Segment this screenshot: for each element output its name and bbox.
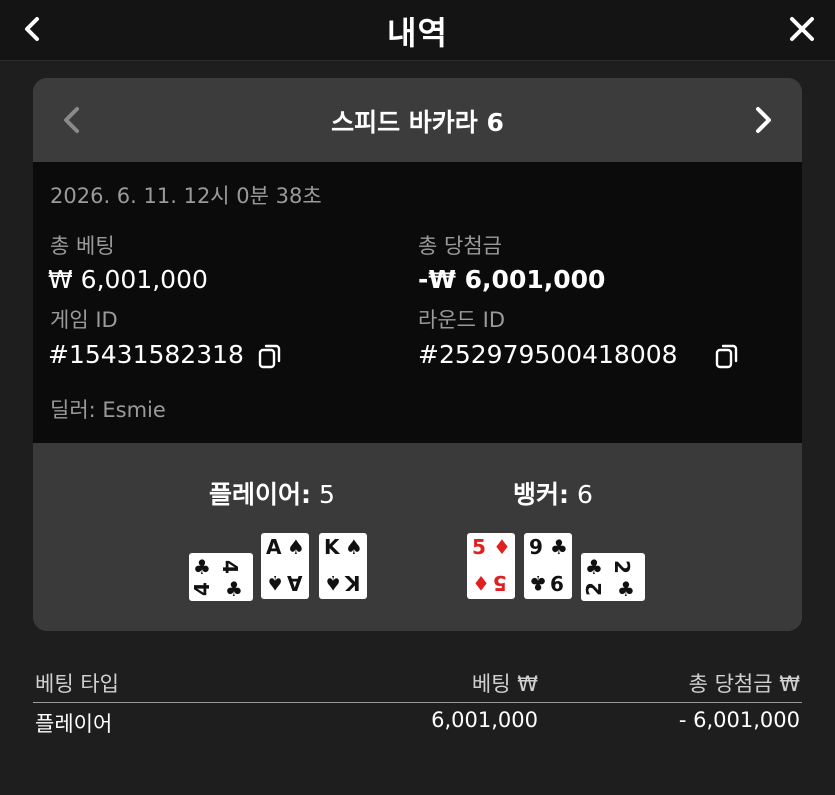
total-bet-value: ₩ 6,001,000 [48, 265, 208, 294]
card-rank: K [324, 535, 340, 559]
total-bet-label: 총 베팅 [50, 234, 115, 258]
card-suit-icon: ♣ [617, 577, 635, 601]
player-card-2: A ♠ A ♠ [261, 533, 309, 599]
player-card-3: K ♠ K ♠ [319, 533, 367, 599]
total-win-value: -₩ 6,001,000 [418, 265, 606, 294]
card-rank: 9 [550, 571, 564, 595]
banker-card-1: 5 ♦ 5 ♦ [467, 533, 515, 599]
history-card: 스피드 바카라 6 2026. 6. 11. 12시 0분 38초 총 베팅 ₩… [33, 78, 802, 631]
banker-card-2: 9 ♣ 9 ♣ [524, 533, 572, 599]
copy-round-id-icon[interactable] [714, 342, 740, 370]
game-id-label: 게임 ID [50, 308, 118, 332]
card-suit-icon: ♠ [266, 571, 284, 595]
round-id-value: #252979500418008 [418, 340, 678, 369]
card-suit-icon: ♠ [345, 535, 363, 559]
card-suit-icon: ♦ [472, 571, 490, 595]
header-bet: 베팅 ₩ [471, 672, 538, 696]
row-win: - 6,001,000 [678, 708, 800, 732]
table-header: 베팅 타입 베팅 ₩ 총 당첨금 ₩ [33, 663, 802, 703]
card-suit-icon: ♣ [529, 571, 547, 595]
card-rank: K [345, 571, 361, 595]
card-suit-icon: ♦ [493, 535, 511, 559]
banker-label: 뱅커: [513, 480, 569, 509]
row-bet: 6,001,000 [431, 708, 538, 732]
game-details: 2026. 6. 11. 12시 0분 38초 총 베팅 ₩ 6,001,000… [33, 162, 802, 443]
banker-score-value: 6 [576, 480, 593, 509]
card-rank: 5 [472, 535, 486, 559]
game-id-value: #15431582318 [48, 340, 244, 369]
page-title: 내역 [387, 14, 448, 52]
next-game-button[interactable] [748, 104, 778, 136]
copy-game-id-icon[interactable] [257, 342, 283, 370]
cards-result: 플레이어: 5 뱅커: 6 4 ♣ 4 ♣ A ♠ A ♠ K ♠ K ♠ 5 ♦ 5 ♦ 9 ♣ 9 ♣ 2 ♣ 2 ♣ [33, 443, 802, 631]
table-row: 플레이어 6,001,000 - 6,001,000 [33, 703, 802, 743]
card-rank: 4 [189, 582, 214, 596]
player-score-value: 5 [318, 480, 335, 509]
player-card-1: 4 ♣ 4 ♣ [189, 553, 253, 601]
card-rank: 2 [581, 582, 606, 596]
banker-card-3: 2 ♣ 2 ♣ [581, 553, 645, 601]
card-rank: A [287, 571, 303, 595]
card-rank: A [266, 535, 282, 559]
close-icon[interactable] [787, 14, 817, 44]
player-score: 플레이어: 5 [209, 475, 335, 511]
card-suit-icon: ♣ [225, 577, 243, 601]
card-suit-icon: ♣ [193, 555, 211, 579]
card-suit-icon: ♣ [585, 555, 603, 579]
card-rank: 2 [609, 560, 634, 574]
card-rank: 9 [529, 535, 543, 559]
bets-table: 베팅 타입 베팅 ₩ 총 당첨금 ₩ 플레이어 6,001,000 - 6,00… [33, 663, 802, 743]
banker-score: 뱅커: 6 [513, 475, 593, 511]
card-suit-icon: ♠ [324, 571, 342, 595]
dealer-name: 딜러: Esmie [50, 398, 166, 422]
row-bet-type: 플레이어 [35, 712, 113, 736]
game-title: 스피드 바카라 6 [331, 108, 504, 137]
card-suit-icon: ♠ [287, 535, 305, 559]
round-id-label: 라운드 ID [418, 308, 505, 332]
datetime: 2026. 6. 11. 12시 0분 38초 [50, 184, 322, 208]
player-label: 플레이어: [209, 480, 311, 509]
total-win-label: 총 당첨금 [418, 234, 502, 258]
card-rank: 4 [217, 560, 242, 574]
header-bet-type: 베팅 타입 [35, 672, 119, 696]
card-rank: 5 [493, 571, 507, 595]
header-win: 총 당첨금 ₩ [688, 672, 800, 696]
game-header: 스피드 바카라 6 [33, 78, 802, 162]
top-bar: 내역 [0, 0, 835, 61]
card-suit-icon: ♣ [550, 535, 568, 559]
